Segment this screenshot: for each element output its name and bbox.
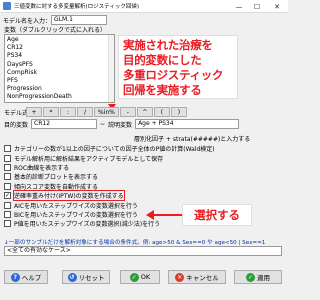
app-icon — [3, 2, 11, 10]
operator-slash-button[interactable]: / — [77, 107, 93, 117]
strata-hint: 層別化因子 + strata(#####)と入力する — [134, 136, 251, 143]
cancel-button[interactable]: ✕ キャンセル — [168, 270, 226, 284]
close-button[interactable]: ✕ — [266, 0, 288, 13]
list-item[interactable]: CompRisk — [7, 69, 112, 77]
option-label: 基本的診断プロットを表示する — [14, 174, 99, 182]
list-item[interactable]: CR12 — [7, 44, 112, 52]
list-item[interactable]: Age — [7, 36, 112, 44]
checkbox[interactable] — [4, 210, 11, 218]
check-icon: ✓ — [129, 272, 139, 282]
annotation-callout-bottom: 選択する — [182, 204, 252, 226]
option-label: 傾向スコア変数を自動作成する — [14, 183, 99, 191]
help-button-label: ヘルプ — [21, 274, 42, 282]
subset-input[interactable]: <全ての有効なケース> — [4, 246, 282, 256]
subset-label: ↓一部のサンプルだけを解析対象にする場合の条件式。例: age>50 & Sex… — [4, 240, 266, 246]
checkbox[interactable] — [4, 145, 11, 153]
checkbox[interactable] — [4, 201, 11, 209]
formula-row: 目的変数 CR12 ~ 説明変数 Age + PS34 — [4, 119, 240, 129]
apply-button[interactable]: ✓ 適用 — [234, 270, 282, 284]
option-label: カテゴリーの数が1以上の因子についての因子全体のP値の計算(Wald検定) — [14, 146, 215, 154]
reset-button-label: リセット — [78, 274, 105, 282]
callout-arrow-icon — [146, 210, 184, 220]
dependent-label: 目的変数 — [4, 121, 29, 129]
cancel-icon: ✕ — [175, 272, 185, 282]
option-label: ROC曲線を表示する — [14, 164, 70, 172]
model-name-row: モデル名を入力： GLM.1 — [3, 15, 108, 25]
option-label: P値を用いたステップワイズの変数選択(減少法)を行う — [14, 221, 161, 229]
independent-label: 説明変数 — [108, 121, 133, 129]
operator-plus-button[interactable]: + — [26, 107, 42, 117]
checkbox[interactable] — [4, 154, 11, 162]
ok-button-label: OK — [140, 273, 151, 281]
callout-line: 目的変数にした — [123, 53, 202, 67]
reset-button[interactable]: ↺ リセット — [62, 270, 110, 284]
option-row[interactable]: 傾向スコア変数を自動作成する — [4, 182, 284, 191]
window-title: 三値変数に対する多変量解析(ロジスティック回帰) — [14, 4, 139, 10]
option-row[interactable]: モデル解析用に解析結果をアクティブモデルとして保存 — [4, 153, 284, 163]
option-row[interactable]: 基本的診断プロットを表示する — [4, 172, 284, 181]
operator-lparen-button[interactable]: ( — [153, 107, 170, 117]
option-label: AICを用いたステップワイズの変数選択を行う — [14, 202, 138, 210]
window-controls: — ☐ ✕ — [230, 0, 288, 13]
model-name-input[interactable]: GLM.1 — [51, 15, 108, 25]
ok-button[interactable]: ✓ OK — [120, 270, 160, 284]
title-bar: 三値変数に対する多変量解析(ロジスティック回帰) — ☐ ✕ — [0, 0, 288, 13]
operator-minus-button[interactable]: - — [119, 107, 136, 117]
list-item[interactable]: PFS — [7, 77, 112, 85]
variables-scrollbar[interactable] — [108, 35, 114, 102]
option-label: モデル解析用に解析結果をアクティブモデルとして保存 — [14, 155, 164, 163]
option-label: BICを用いたステップワイズの変数選択を行う — [14, 211, 138, 219]
help-button[interactable]: ? ヘルプ — [4, 270, 48, 284]
callout-line: 回帰を実施する — [123, 83, 202, 97]
list-item[interactable]: Progression — [7, 85, 112, 93]
option-label: 逆確率重み付け(IPTW)の変数を作成する — [12, 189, 126, 202]
annotation-callout-top: 実施された治療を 目的変数にした 多重ロジスティック 回帰を実施する — [118, 35, 238, 99]
reset-icon: ↺ — [67, 272, 77, 282]
checkbox[interactable] — [4, 220, 11, 228]
callout-line: 実施された治療を — [123, 38, 213, 52]
callout-line: 多重ロジスティック — [123, 68, 224, 82]
operator-power-button[interactable]: ^ — [136, 107, 153, 117]
variables-label: 変数（ダブルクリックで式に入れる） — [4, 27, 107, 34]
option-row[interactable]: カテゴリーの数が1以上の因子についての因子全体のP値の計算(Wald検定) — [4, 144, 284, 153]
operator-in-button[interactable]: %in% — [94, 107, 119, 117]
option-row-iptw[interactable]: ✓ 逆確率重み付け(IPTW)の変数を作成する — [4, 189, 284, 202]
tilde-symbol: ~ — [100, 120, 106, 128]
list-item[interactable]: DaysPFS — [7, 61, 112, 69]
dependent-input[interactable]: CR12 — [31, 119, 98, 129]
apply-button-label: 適用 — [257, 274, 270, 282]
operator-colon-button[interactable]: : — [60, 107, 76, 117]
help-icon: ? — [10, 272, 20, 282]
option-row[interactable]: ROC曲線を表示する — [4, 163, 284, 172]
checkbox[interactable] — [4, 182, 11, 190]
minimize-button[interactable]: — — [230, 0, 248, 13]
model-name-label: モデル名を入力： — [3, 17, 52, 25]
operator-rparen-button[interactable]: ) — [170, 107, 187, 117]
cancel-button-label: キャンセル — [186, 274, 219, 282]
button-bar: ? ヘルプ ↺ リセット ✓ OK ✕ キャンセル ✓ 適用 — [0, 270, 288, 300]
operator-toolbar: + * : / %in% - ^ ( ) — [26, 107, 188, 117]
operator-times-button[interactable]: * — [43, 107, 59, 117]
checkbox-checked[interactable]: ✓ — [4, 192, 11, 200]
variables-listbox[interactable]: Age CR12 PS34 DaysPFS CompRisk PFS Progr… — [4, 34, 115, 103]
list-item[interactable]: NonProgressionDeath — [7, 93, 112, 101]
checkbox[interactable] — [4, 163, 11, 171]
maximize-button[interactable]: ☐ — [248, 0, 266, 13]
list-item[interactable]: PS34 — [7, 52, 112, 60]
apply-icon: ✓ — [246, 272, 255, 282]
independent-input[interactable]: Age + PS34 — [135, 119, 240, 129]
checkbox[interactable] — [4, 173, 11, 181]
